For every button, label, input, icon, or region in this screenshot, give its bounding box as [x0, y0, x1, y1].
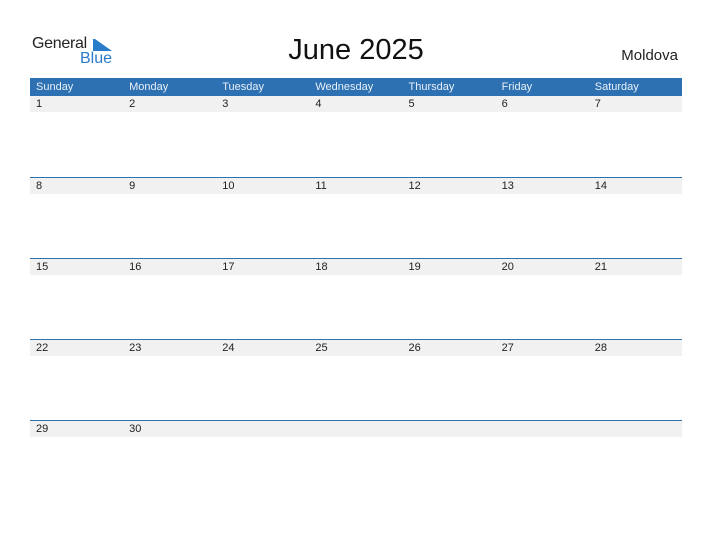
day-number: 9: [129, 180, 136, 192]
day-number: 1: [36, 98, 43, 110]
day-number: 27: [501, 342, 514, 354]
date-strip: 22 23 24 25 26 27 28: [30, 339, 682, 356]
day-number: 23: [129, 342, 142, 354]
day-number: 10: [222, 180, 235, 192]
day-number: 6: [501, 98, 508, 110]
day-number: 5: [408, 98, 415, 110]
day-number: 8: [36, 180, 43, 192]
day-number: 19: [408, 261, 421, 273]
day-number: 3: [222, 98, 229, 110]
country-label: Moldova: [621, 47, 678, 64]
week-row: 8 9 10 11 12 13 14: [30, 177, 682, 259]
weekday-wednesday: Wednesday: [315, 81, 374, 93]
weekday-friday: Friday: [501, 81, 533, 93]
weekday-tuesday: Tuesday: [222, 81, 265, 93]
date-strip: 29 30: [30, 420, 682, 437]
week-row: 22 23 24 25 26 27 28: [30, 339, 682, 421]
day-number: 12: [408, 180, 421, 192]
day-number: [216, 421, 309, 437]
day-number: 11: [315, 180, 327, 192]
weekday-thursday: Thursday: [408, 81, 455, 93]
day-number: [589, 421, 682, 437]
date-strip: 1 2 3 4 5 6 7: [30, 96, 682, 112]
day-number: 13: [501, 180, 514, 192]
day-number: 21: [594, 261, 607, 273]
day-number: 30: [129, 423, 142, 435]
day-number: 14: [594, 180, 607, 192]
day-number: 28: [594, 342, 607, 354]
day-number: [309, 421, 402, 437]
weekday-sunday: Sunday: [36, 81, 74, 93]
week-row: 15 16 17 18 19 20 21: [30, 258, 682, 340]
weekday-saturday: Saturday: [594, 81, 639, 93]
day-number: 18: [315, 261, 328, 273]
day-number: 17: [222, 261, 235, 273]
day-number: 4: [315, 98, 322, 110]
calendar-title: June 2025: [288, 34, 424, 66]
day-number: 16: [129, 261, 142, 273]
day-number: 15: [36, 261, 49, 273]
day-number: 2: [129, 98, 136, 110]
day-number: 7: [594, 98, 601, 110]
day-number: [496, 421, 589, 437]
day-number: 24: [222, 342, 235, 354]
week-row: 29 30: [30, 420, 682, 502]
week-row: 1 2 3 4 5 6 7: [30, 96, 682, 177]
weekday-monday: Monday: [129, 81, 169, 93]
day-number: 20: [501, 261, 514, 273]
date-strip: 15 16 17 18 19 20 21: [30, 258, 682, 275]
day-number: [403, 421, 496, 437]
day-number: 25: [315, 342, 328, 354]
day-number: 26: [408, 342, 421, 354]
day-number: 22: [36, 342, 49, 354]
day-number: 29: [36, 423, 49, 435]
weekday-header: Sunday Monday Tuesday Wednesday Thursday…: [30, 78, 682, 96]
date-strip: 8 9 10 11 12 13 14: [30, 177, 682, 194]
